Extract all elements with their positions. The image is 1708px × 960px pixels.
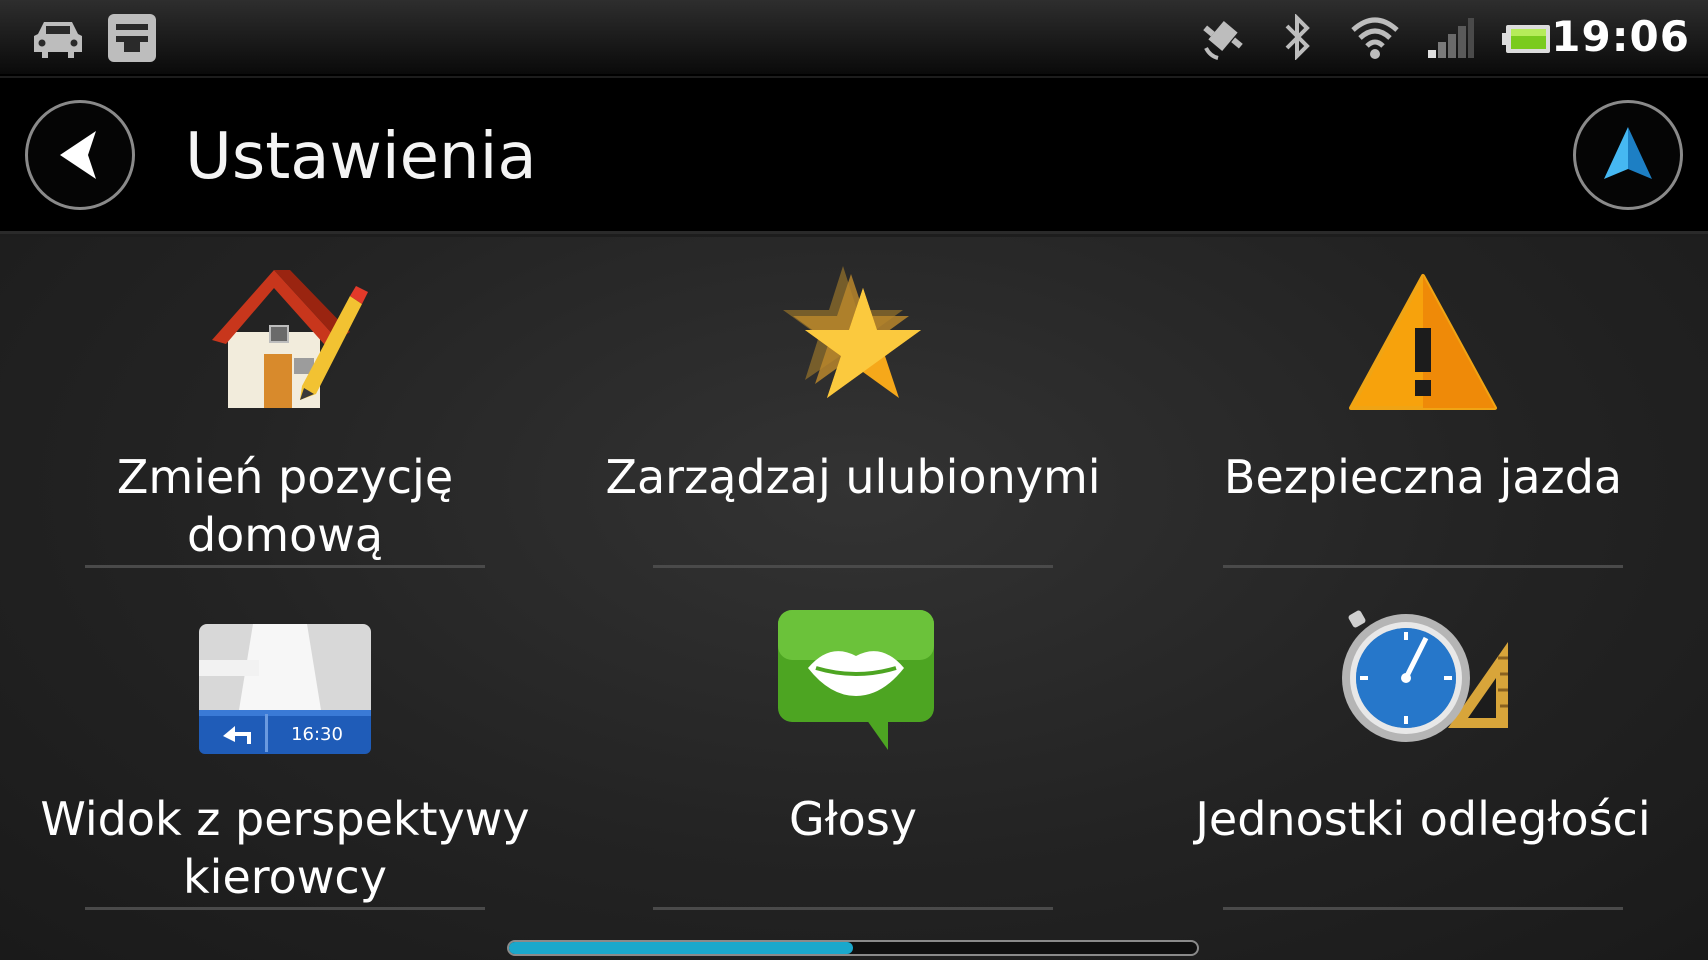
divider (653, 565, 1053, 568)
driver-view-time: 16:30 (291, 724, 343, 745)
setting-label: domową (186, 508, 384, 562)
divider (85, 907, 485, 910)
favorites-star-icon (593, 262, 1113, 432)
setting-tile-voices[interactable]: Głosy (593, 600, 1113, 910)
navigation-button[interactable] (1573, 100, 1683, 210)
gps-icon (1200, 14, 1246, 64)
setting-label: Bezpieczna jazda (1223, 450, 1623, 504)
bluetooth-icon (1282, 13, 1312, 64)
car-icon (30, 14, 86, 64)
setting-tile-distance-units[interactable]: Jednostki odległości (1163, 600, 1683, 910)
setting-tile-favorites[interactable]: Zarządzaj ulubionymi (593, 258, 1113, 568)
sim-toolkit-icon (106, 12, 158, 68)
driver-view-icon: 16:30 (25, 620, 545, 790)
setting-label: Jednostki odległości (1195, 792, 1651, 846)
navigation-arrow-icon (1604, 127, 1652, 179)
distance-units-icon (1163, 608, 1683, 778)
back-arrow-icon (60, 131, 96, 179)
signal-icon (1426, 14, 1476, 64)
divider (653, 907, 1053, 910)
setting-label: Głosy (788, 792, 918, 846)
page-title: Ustawienia (185, 120, 537, 194)
back-button[interactable] (25, 100, 135, 210)
header: Ustawienia (0, 78, 1708, 234)
setting-label: Zmień pozycję (116, 450, 454, 504)
battery-icon (1502, 24, 1552, 58)
wifi-icon (1350, 14, 1400, 64)
setting-tile-safe-driving[interactable]: Bezpieczna jazda (1163, 258, 1683, 568)
page-scrollbar[interactable] (507, 940, 1199, 956)
setting-label: Widok z perspektywy (40, 792, 530, 846)
divider (1223, 907, 1623, 910)
divider (1223, 565, 1623, 568)
setting-tile-home[interactable]: Zmień pozycję domową (25, 258, 545, 568)
setting-label: Zarządzaj ulubionymi (605, 450, 1101, 504)
setting-tile-driver-view[interactable]: 16:30 Widok z perspektywy kierowcy (25, 600, 545, 910)
page-scrollbar-thumb[interactable] (509, 942, 853, 954)
warning-icon (1163, 262, 1683, 432)
voices-icon (593, 606, 1113, 776)
status-bar: 19:06 (0, 0, 1708, 76)
setting-label: kierowcy (183, 850, 387, 904)
status-time: 19:06 (1551, 12, 1690, 61)
home-edit-icon (25, 262, 545, 432)
divider (85, 565, 485, 568)
